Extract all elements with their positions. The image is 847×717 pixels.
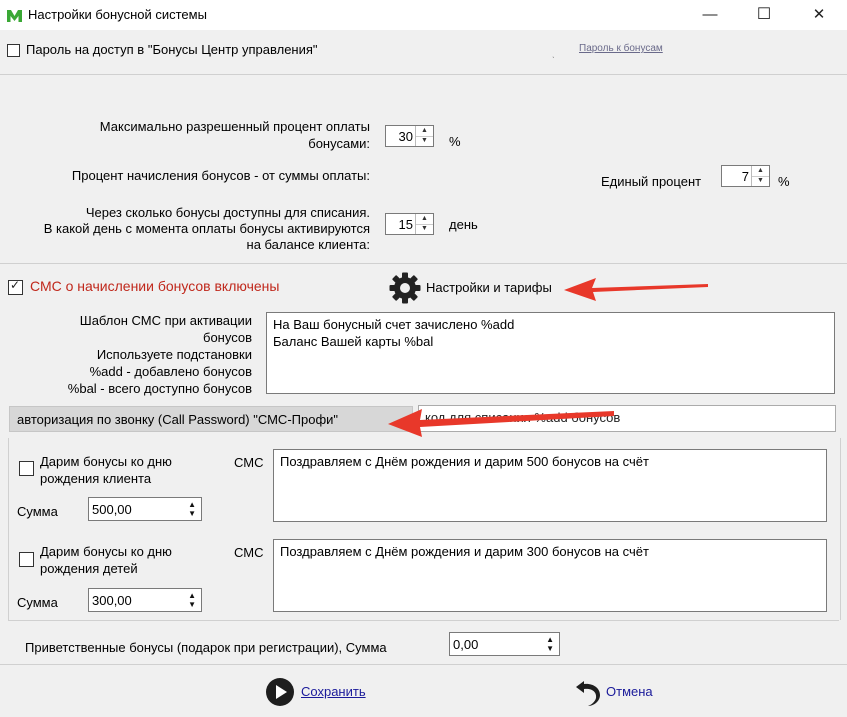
welcome-bonus-value: 0,00	[453, 637, 479, 652]
max-percent-label-text: Максимально разрешенный процент оплаты б…	[99, 119, 370, 151]
birthday-kids-checkbox[interactable]	[19, 552, 34, 567]
birthday-client-checkbox[interactable]	[19, 461, 34, 476]
birthday-client-sms-label: СМС	[234, 455, 264, 470]
title-bar: Настройки бонусной системы — ☐ ✕	[0, 0, 847, 30]
max-percent-unit: %	[449, 134, 461, 149]
max-percent-spinner[interactable]: 30 ▲ ▼	[385, 125, 434, 147]
password-bonus-link[interactable]: Пароль к бонусам	[579, 43, 663, 54]
maximize-button[interactable]: ☐	[741, 0, 787, 30]
cursor-mark: ˎ	[552, 48, 555, 58]
divider	[0, 263, 847, 264]
activation-delay-spinner[interactable]: 15 ▲ ▼	[385, 213, 434, 235]
sms-settings-link[interactable]: Настройки и тарифы	[426, 280, 552, 295]
birthday-kids-sms-label: СМС	[234, 545, 264, 560]
spin-down-icon[interactable]: ▼	[752, 176, 769, 186]
spin-down-icon[interactable]: ▼	[416, 224, 433, 234]
activation-delay-unit: день	[449, 217, 478, 232]
play-save-icon[interactable]	[265, 677, 295, 707]
call-password-bar[interactable]: авторизация по звонку (Call Password) "С…	[9, 406, 413, 432]
birthday-kids-sum-spinner[interactable]: 300,00 ▲ ▼	[88, 588, 202, 612]
gear-icon[interactable]	[389, 272, 421, 304]
birthday-kids-sum-label: Сумма	[17, 595, 58, 610]
sms-template-textarea[interactable]: На Ваш бонусный счет зачислено %add Бала…	[266, 312, 835, 394]
divider	[8, 620, 839, 621]
accrual-percent-label: Процент начисления бонусов - от суммы оп…	[71, 168, 370, 183]
birthday-client-sms-textarea[interactable]: Поздравляем с Днём рождения и дарим 500 …	[273, 449, 827, 522]
single-percent-spinner[interactable]: 7 ▲ ▼	[721, 165, 770, 187]
spin-arrows-icon[interactable]: ▲ ▼	[188, 500, 196, 518]
birthday-kids-sms-textarea[interactable]: Поздравляем с Днём рождения и дарим 300 …	[273, 539, 827, 612]
birthday-client-sum-value: 500,00	[92, 502, 132, 517]
red-arrow-annotation	[388, 409, 614, 437]
spinner-buttons: ▲ ▼	[415, 214, 433, 234]
password-label: Пароль на доступ в "Бонусы Центр управле…	[26, 42, 318, 57]
spinner-buttons: ▲ ▼	[751, 166, 769, 186]
red-arrow-annotation	[564, 278, 708, 301]
single-percent-unit: %	[778, 174, 790, 189]
single-percent-label: Единый процент	[601, 174, 702, 189]
spin-arrows-icon[interactable]: ▲ ▼	[188, 591, 196, 609]
birthday-client-label: Дарим бонусы ко дню рождения клиента	[40, 454, 172, 486]
undo-cancel-icon[interactable]	[574, 676, 604, 708]
cancel-button[interactable]: Отмена	[606, 684, 653, 699]
close-button[interactable]: ✕	[796, 0, 842, 30]
sms-enabled-checkbox[interactable]: ✓	[8, 278, 23, 295]
single-percent-value: 7	[741, 169, 749, 184]
spin-arrows-icon[interactable]: ▲ ▼	[546, 635, 554, 653]
birthday-kids-label: Дарим бонусы ко дню рождения детей	[40, 544, 172, 576]
activation-delay-label: Через сколько бонусы доступны для списан…	[43, 205, 370, 252]
activation-delay-value: 15	[398, 217, 413, 232]
window-title: Настройки бонусной системы	[28, 7, 207, 22]
birthday-client-sum-label: Сумма	[17, 504, 58, 519]
save-button[interactable]: Сохранить	[301, 684, 366, 699]
birthday-client-sum-spinner[interactable]: 500,00 ▲ ▼	[88, 497, 202, 521]
welcome-bonus-label: Приветственные бонусы (подарок при регис…	[25, 640, 387, 655]
minimize-button[interactable]: —	[687, 0, 733, 30]
app-logo-icon	[7, 10, 22, 22]
max-percent-value: 30	[398, 129, 413, 144]
divider	[0, 74, 847, 75]
call-password-label: авторизация по звонку (Call Password) "С…	[17, 412, 339, 427]
divider	[0, 664, 847, 665]
password-checkbox[interactable]	[7, 44, 20, 57]
spinner-buttons: ▲ ▼	[415, 126, 433, 146]
max-percent-label: Максимально разрешенный процент оплаты б…	[40, 118, 370, 152]
welcome-bonus-spinner[interactable]: 0,00 ▲ ▼	[449, 632, 560, 656]
sms-enabled-label: СМС о начислении бонусов включены	[30, 278, 280, 294]
spin-down-icon[interactable]: ▼	[416, 136, 433, 146]
checkmark-icon: ✓	[10, 278, 21, 292]
sms-template-help: Шаблон СМС при активации бонусов Использ…	[67, 313, 252, 396]
birthday-kids-sum-value: 300,00	[92, 593, 132, 608]
